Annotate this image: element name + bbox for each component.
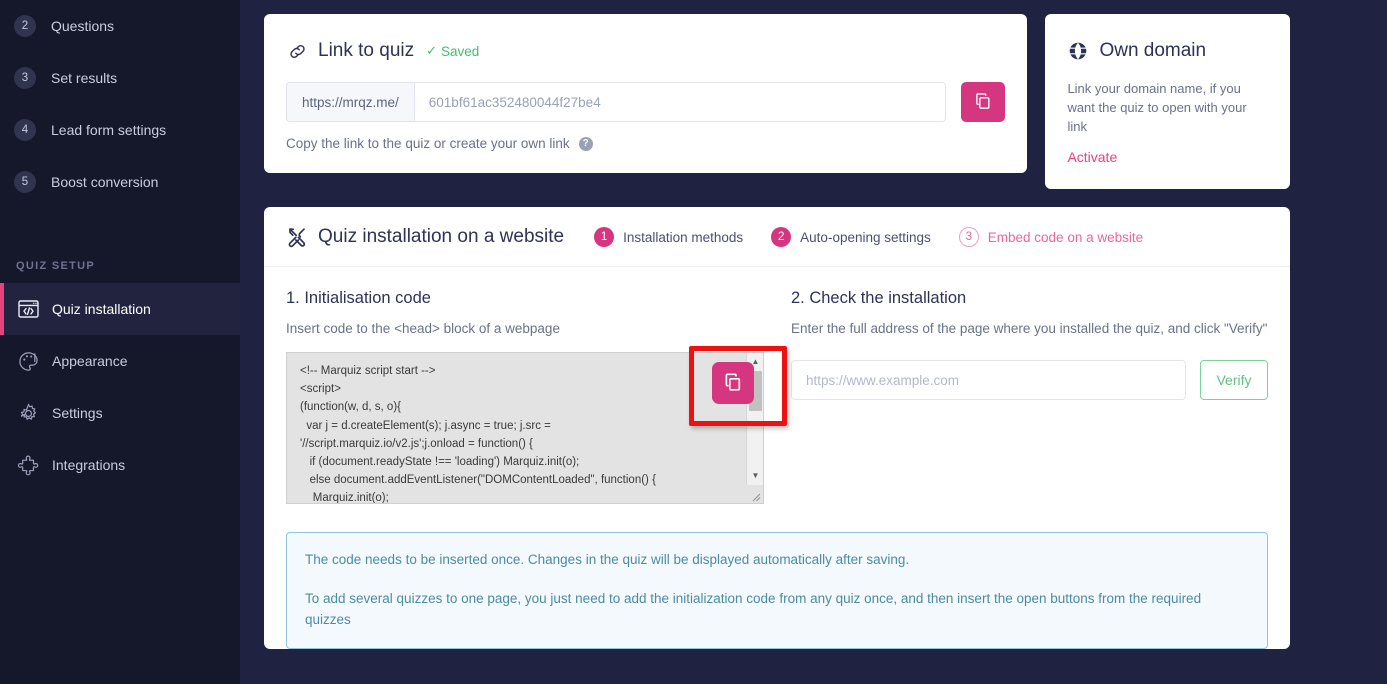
- check-installation-description: Enter the full address of the page where…: [791, 321, 1268, 336]
- sidebar-item-label: Quiz installation: [52, 301, 151, 317]
- initialisation-code-column: 1. Initialisation code Insert code to th…: [286, 289, 787, 504]
- link-icon: [286, 40, 308, 62]
- check-installation-title: 2. Check the installation: [791, 289, 967, 307]
- main-content: Link to quiz ✓ Saved https://mrqz.me/ 60…: [240, 0, 1387, 684]
- code-snippet-wrapper: <!-- Marquiz script start --> <script> (…: [286, 346, 787, 504]
- step-number-badge: 3: [14, 67, 36, 89]
- sidebar-section-title: QUIZ SETUP: [16, 260, 96, 272]
- sidebar: 2 Questions 3 Set results 4 Lead form se…: [0, 0, 240, 684]
- notice-paragraph-2: To add several quizzes to one page, you …: [305, 591, 1202, 627]
- sidebar-item-label: Boost conversion: [51, 174, 159, 190]
- globe-icon: [1067, 40, 1089, 62]
- installation-body: 1. Initialisation code Insert code to th…: [264, 267, 1290, 504]
- check-icon: ✓: [426, 43, 438, 58]
- tab-auto-opening-settings[interactable]: 2 Auto-opening settings: [771, 227, 931, 247]
- tab-installation-methods[interactable]: 1 Installation methods: [594, 227, 743, 247]
- step-badge: 2: [771, 227, 792, 247]
- scroll-down-icon[interactable]: ▼: [747, 467, 764, 484]
- step-badge: 3: [958, 227, 979, 247]
- sidebar-item-settings[interactable]: Settings: [0, 387, 240, 439]
- page-title: Link to quiz: [318, 40, 415, 61]
- sidebar-item-label: Appearance: [52, 353, 128, 369]
- step-label: Installation methods: [623, 229, 744, 245]
- sidebar-item-label: Set results: [51, 70, 118, 86]
- link-to-quiz-card: Link to quiz ✓ Saved https://mrqz.me/ 60…: [264, 14, 1028, 173]
- resize-handle-icon[interactable]: [746, 485, 763, 503]
- palette-icon: [16, 349, 40, 373]
- code-copy-button[interactable]: [712, 362, 754, 404]
- sidebar-item-appearance[interactable]: Appearance: [0, 335, 240, 387]
- sidebar-item-label: Lead form settings: [51, 122, 167, 138]
- domain-description: Link your domain name, if you want the q…: [1067, 81, 1247, 134]
- quiz-installation-card: Quiz installation on a website 1 Install…: [264, 207, 1290, 649]
- own-domain-card: Own domain Link your domain name, if you…: [1045, 14, 1290, 189]
- sidebar-item-boost-conversion[interactable]: 5 Boost conversion: [0, 156, 240, 208]
- step-number-badge: 2: [14, 15, 36, 37]
- link-hint-text: Copy the link to the quiz or create your…: [286, 136, 570, 151]
- verify-button[interactable]: Verify: [1200, 360, 1268, 400]
- quiz-link-row: https://mrqz.me/: [286, 82, 1006, 122]
- initialisation-code-description: Insert code to the <head> block of a web…: [286, 321, 560, 336]
- copy-icon: [974, 92, 992, 113]
- code-window-icon: [16, 297, 40, 321]
- step-label: Auto-opening settings: [800, 229, 931, 245]
- website-url-input[interactable]: [791, 360, 1186, 400]
- notice-paragraph-1: The code needs to be inserted once. Chan…: [305, 552, 910, 567]
- installation-notice: The code needs to be inserted once. Chan…: [286, 532, 1268, 649]
- step-badge: 1: [594, 227, 615, 247]
- help-icon[interactable]: ?: [578, 136, 593, 151]
- sidebar-item-label: Integrations: [52, 457, 126, 473]
- verify-row: Verify: [791, 360, 1268, 400]
- domain-card-header: Own domain: [1067, 40, 1268, 62]
- quiz-slug-input[interactable]: [413, 82, 947, 122]
- puzzle-piece-icon: [16, 453, 40, 477]
- domain-card-title: Own domain: [1099, 40, 1207, 61]
- installation-title: Quiz installation on a website: [318, 226, 565, 247]
- sidebar-item-set-results[interactable]: 3 Set results: [0, 52, 240, 104]
- link-hint-row: Copy the link to the quiz or create your…: [286, 136, 1005, 151]
- step-label: Embed code on a website: [987, 229, 1144, 245]
- sidebar-item-lead-form-settings[interactable]: 4 Lead form settings: [0, 104, 240, 156]
- gear-icon: [16, 401, 40, 425]
- app-root: 2 Questions 3 Set results 4 Lead form se…: [0, 0, 1387, 684]
- installation-header: Quiz installation on a website 1 Install…: [264, 207, 1290, 267]
- step-number-badge: 5: [14, 171, 36, 193]
- url-prefix-label: https://mrqz.me/: [286, 82, 414, 122]
- initialisation-code-textarea[interactable]: <!-- Marquiz script start --> <script> (…: [286, 352, 764, 504]
- tools-icon: [286, 226, 308, 248]
- sidebar-item-questions[interactable]: 2 Questions: [0, 0, 240, 52]
- saved-status-badge: ✓ Saved: [426, 43, 479, 59]
- sidebar-item-label: Settings: [52, 405, 103, 421]
- sidebar-item-integrations[interactable]: Integrations: [0, 439, 240, 491]
- step-number-badge: 4: [14, 119, 36, 141]
- activate-domain-link[interactable]: Activate: [1067, 149, 1117, 165]
- check-installation-column: 2. Check the installation Enter the full…: [766, 289, 1268, 504]
- sidebar-item-label: Questions: [51, 18, 115, 34]
- link-card-header: Link to quiz ✓ Saved: [286, 40, 1005, 62]
- top-cards-row: Link to quiz ✓ Saved https://mrqz.me/ 60…: [264, 14, 1290, 189]
- saved-label: Saved: [441, 43, 480, 59]
- tab-embed-code-on-a-website[interactable]: 3 Embed code on a website: [958, 227, 1144, 247]
- initialisation-code-title: 1. Initialisation code: [286, 289, 431, 307]
- sidebar-item-quiz-installation[interactable]: Quiz installation: [0, 283, 240, 335]
- copy-icon: [723, 372, 743, 395]
- copy-link-button[interactable]: [961, 82, 1006, 122]
